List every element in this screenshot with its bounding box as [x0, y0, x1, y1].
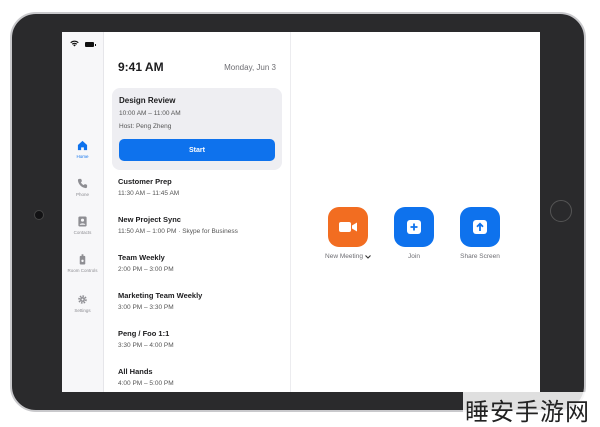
share-screen-button[interactable] — [460, 207, 500, 247]
list-item[interactable]: All Hands 4:00 PM – 5:00 PM — [118, 367, 288, 388]
list-item[interactable]: Marketing Team Weekly 3:00 PM – 3:30 PM — [118, 291, 288, 312]
home-button[interactable] — [550, 200, 572, 222]
sidebar-item-label: Contacts — [73, 230, 92, 235]
meeting-title: New Project Sync — [118, 215, 181, 224]
room-controls-icon — [79, 254, 86, 265]
current-meeting-card[interactable]: Design Review 10:00 AM – 11:00 AM Host: … — [112, 88, 282, 170]
meeting-title: Marketing Team Weekly — [118, 291, 203, 300]
meeting-time: 2:00 PM – 3:00 PM — [118, 266, 174, 273]
sidebar-item-phone[interactable]: Phone — [62, 178, 103, 197]
share-screen-label: Share Screen — [460, 253, 500, 260]
new-meeting-label: New Meeting — [325, 253, 363, 260]
camera-icon — [34, 210, 44, 220]
contacts-icon — [78, 216, 87, 227]
meeting-title: Design Review — [119, 96, 176, 105]
home-icon — [77, 140, 88, 151]
list-item[interactable]: Peng / Foo 1:1 3:30 PM – 4:00 PM — [118, 329, 288, 350]
sidebar-item-room-controls[interactable]: Room Controls — [62, 254, 103, 273]
meeting-title: All Hands — [118, 367, 153, 376]
meeting-list-panel: 9:41 AM Monday, Jun 3 Design Review 10:0… — [104, 32, 291, 392]
join-button[interactable] — [394, 207, 434, 247]
new-meeting-label-row: New Meeting — [318, 253, 378, 260]
app-screen: Home Phone Contacts Room Controls Settin… — [62, 32, 540, 392]
meeting-time: 3:00 PM – 3:30 PM — [118, 304, 174, 311]
sidebar-item-label: Home — [76, 154, 89, 159]
upload-arrow-icon — [473, 220, 487, 234]
sidebar-item-label: Settings — [74, 308, 91, 313]
join-label: Join — [408, 253, 420, 260]
share-screen-action[interactable]: Share Screen — [450, 207, 510, 260]
meeting-time: 3:30 PM – 4:00 PM — [118, 342, 174, 349]
meeting-time: 11:30 AM – 11:45 AM — [118, 190, 180, 197]
meeting-time: 11:50 AM – 1:00 PM · Skype for Business — [118, 228, 238, 235]
list-item[interactable]: New Project Sync 11:50 AM – 1:00 PM · Sk… — [118, 215, 288, 236]
meeting-time: 4:00 PM – 5:00 PM — [118, 380, 174, 387]
sidebar-item-contacts[interactable]: Contacts — [62, 216, 103, 235]
gear-icon — [78, 295, 87, 304]
status-bar — [70, 40, 96, 49]
new-meeting-action[interactable]: New Meeting — [318, 207, 378, 260]
sidebar-item-settings[interactable]: Settings — [62, 294, 103, 313]
list-item[interactable]: Team Weekly 2:00 PM – 3:00 PM — [118, 253, 288, 274]
meeting-host: Host: Peng Zheng — [119, 123, 172, 130]
list-item[interactable]: Customer Prep 11:30 AM – 11:45 AM — [118, 177, 288, 198]
meeting-time: 10:00 AM – 11:00 AM — [119, 110, 181, 117]
video-camera-icon — [339, 222, 357, 232]
plus-icon — [407, 220, 421, 234]
chevron-down-icon[interactable] — [365, 254, 371, 259]
wifi-icon — [70, 40, 79, 49]
tablet-bezel: Home Phone Contacts Room Controls Settin… — [10, 12, 586, 412]
join-action[interactable]: Join — [384, 207, 444, 260]
sidebar-item-home[interactable]: Home — [62, 140, 103, 159]
meeting-title: Team Weekly — [118, 253, 165, 262]
sidebar-item-label: Room Controls — [67, 268, 98, 273]
battery-icon — [85, 42, 96, 47]
new-meeting-button[interactable] — [328, 207, 368, 247]
sidebar-nav: Home Phone Contacts Room Controls Settin… — [62, 32, 104, 392]
phone-icon — [77, 178, 88, 189]
meeting-title: Customer Prep — [118, 177, 172, 186]
start-button[interactable]: Start — [119, 139, 275, 161]
watermark: 睡安手游网 — [463, 392, 592, 427]
actions-panel: New Meeting Join Share Screen — [290, 32, 540, 392]
current-time: 9:41 AM — [118, 60, 164, 74]
meeting-title: Peng / Foo 1:1 — [118, 329, 170, 338]
current-date: Monday, Jun 3 — [224, 63, 276, 72]
sidebar-item-label: Phone — [75, 192, 89, 197]
